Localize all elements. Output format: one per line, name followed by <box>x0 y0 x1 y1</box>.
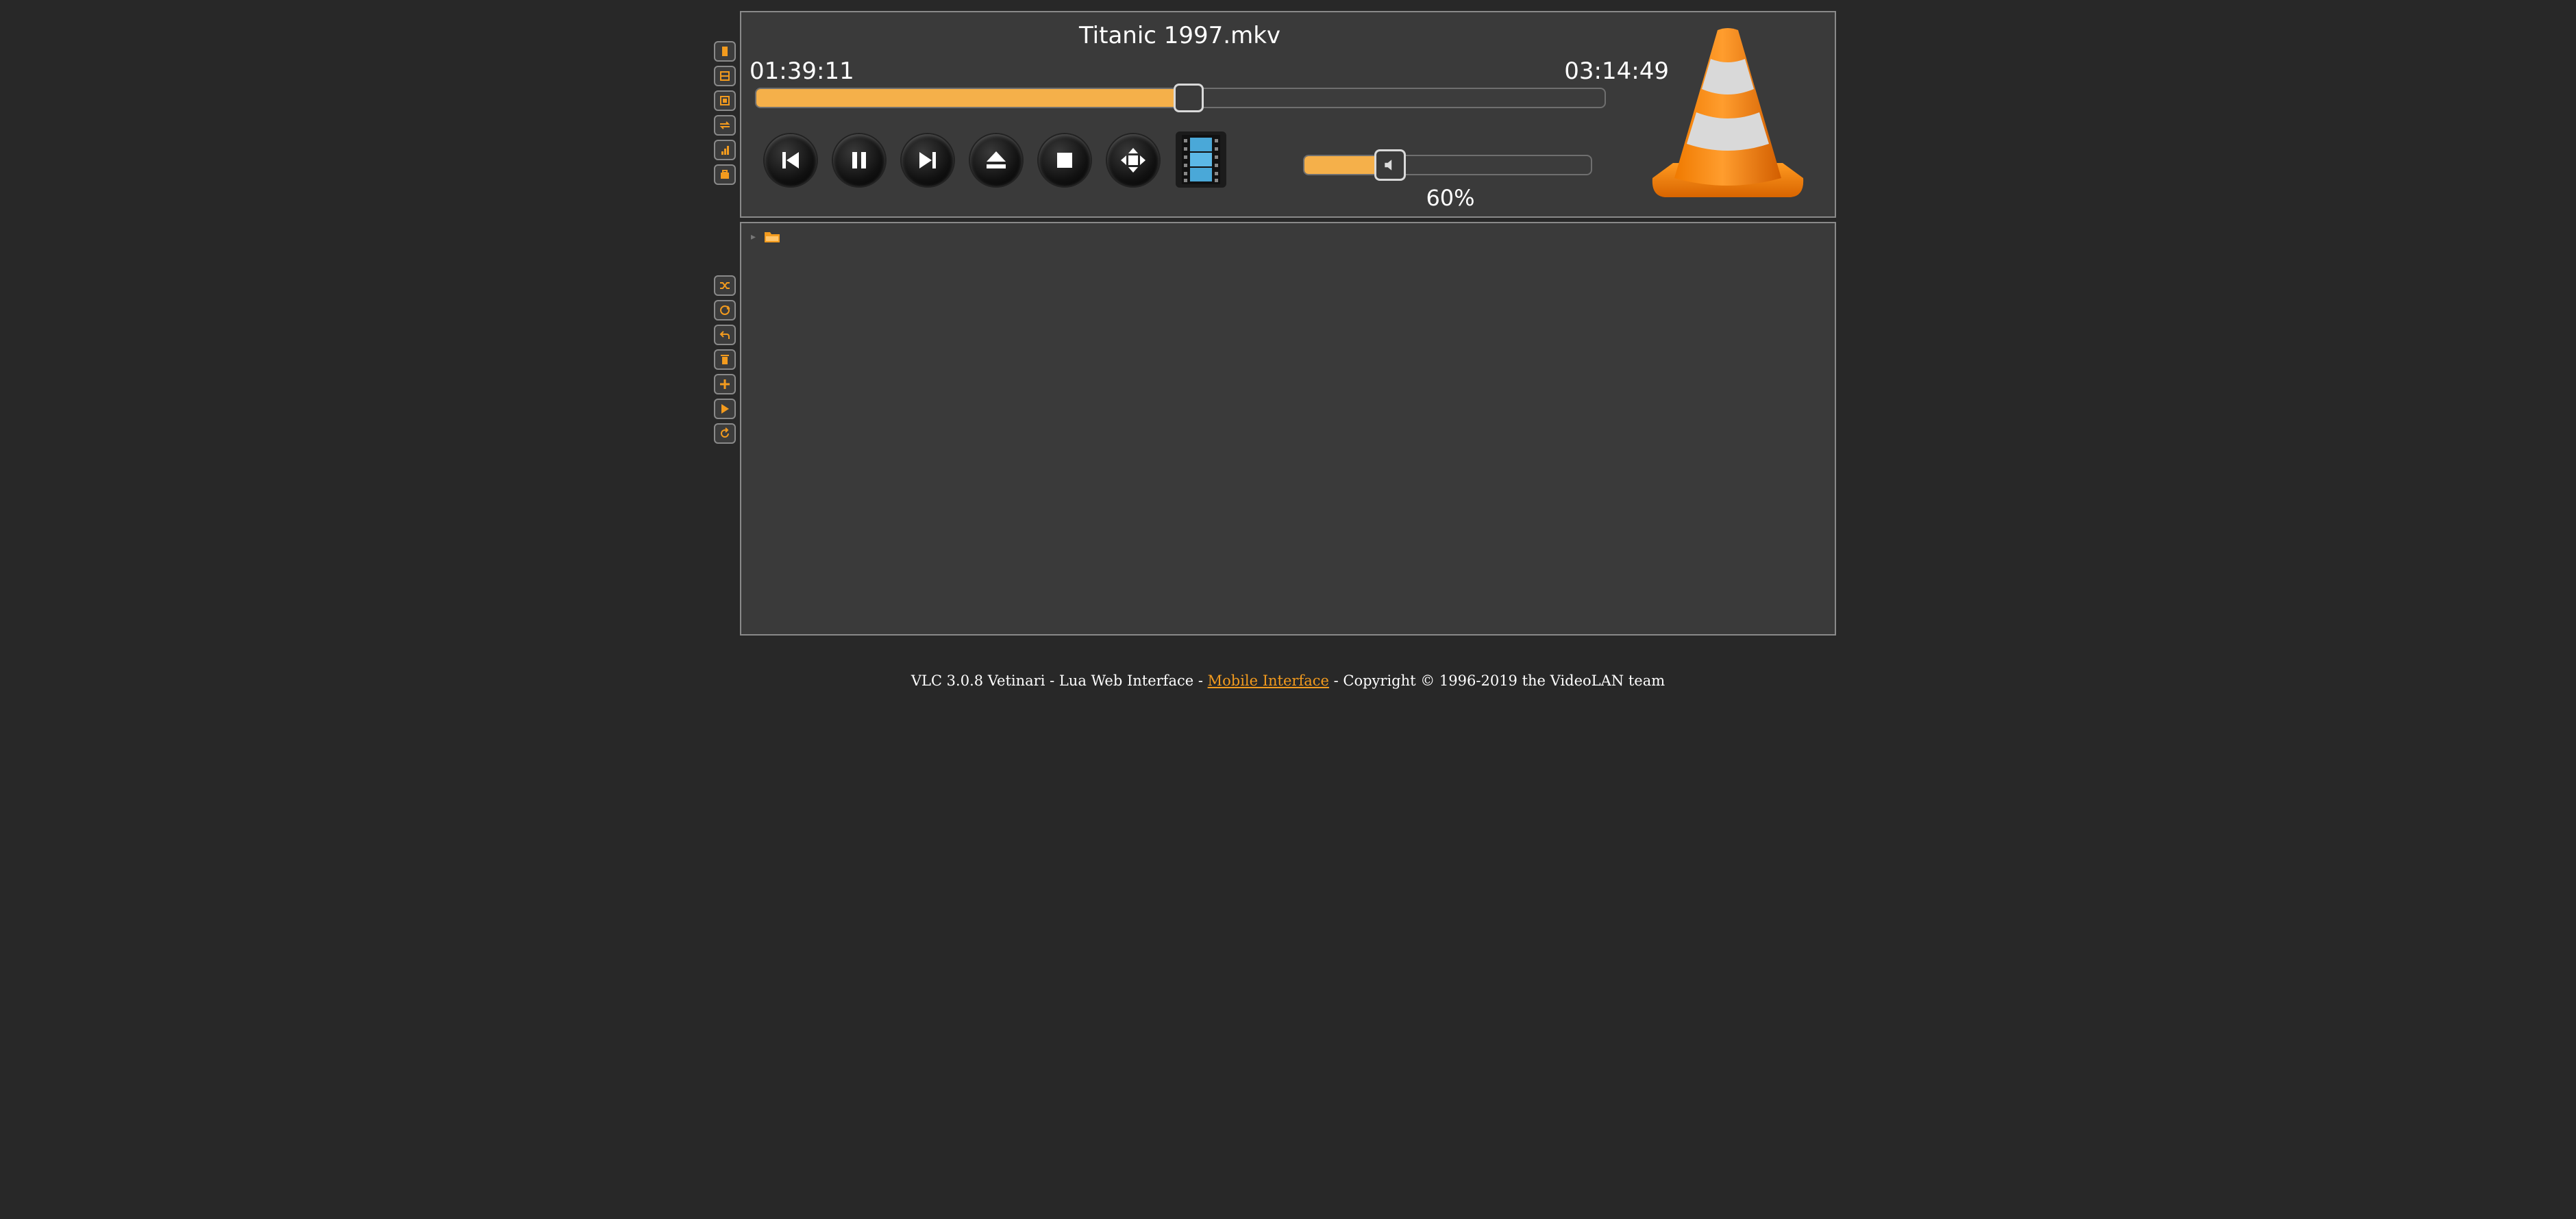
playlist-icon <box>720 71 730 81</box>
delete-icon <box>721 355 729 364</box>
batch-button[interactable] <box>714 164 736 185</box>
open-media-icon <box>722 47 728 56</box>
media-title: Titanic 1997.mkv <box>1078 22 1281 49</box>
seek-progress <box>756 89 1189 107</box>
stream-icon <box>719 121 730 129</box>
transport-controls <box>765 131 1226 188</box>
battery-icon <box>721 170 729 179</box>
expand-arrow-icon[interactable]: ▸ <box>751 231 756 242</box>
toggle-window-button[interactable] <box>714 90 736 111</box>
add-button[interactable] <box>714 374 736 394</box>
seek-handle[interactable] <box>1174 84 1204 112</box>
delete-button[interactable] <box>714 349 736 370</box>
seek-bar[interactable] <box>755 84 1606 112</box>
playlist-button[interactable] <box>714 66 736 86</box>
skip-back-icon <box>782 152 799 168</box>
main-toolbar <box>714 41 739 189</box>
folder-icon <box>765 232 780 242</box>
mobile-interface-link[interactable]: Mobile Interface <box>1208 673 1329 689</box>
stream-button[interactable] <box>714 115 736 136</box>
loop-button[interactable] <box>714 300 736 321</box>
loop-icon <box>720 305 730 315</box>
video-button[interactable] <box>1176 131 1226 188</box>
stop-icon <box>1057 153 1072 168</box>
vlc-logo <box>1652 28 1804 197</box>
playlist-toolbar <box>714 275 739 448</box>
footer: VLC 3.0.8 Vetinari - Lua Web Interface -… <box>0 673 2576 689</box>
skip-forward-icon <box>919 152 936 168</box>
footer-suffix: - Copyright © 1996-2019 the VideoLAN tea… <box>1328 673 1665 689</box>
pause-button[interactable] <box>833 134 885 186</box>
play-icon <box>721 404 729 414</box>
refresh-icon <box>721 427 729 438</box>
eject-icon <box>987 151 1006 168</box>
repeat-button[interactable] <box>714 325 736 345</box>
shuffle-icon <box>720 282 730 289</box>
shuffle-button[interactable] <box>714 275 736 296</box>
repeat-icon <box>719 331 730 339</box>
elapsed-time: 01:39:11 <box>750 58 854 85</box>
playlist-root[interactable]: ▸ <box>751 230 780 244</box>
refresh-button[interactable] <box>714 423 736 444</box>
next-button[interactable] <box>902 134 954 186</box>
film-icon <box>1182 135 1220 184</box>
previous-button[interactable] <box>765 134 817 186</box>
volume-handle[interactable] <box>1374 149 1407 181</box>
volume-slider[interactable] <box>1303 149 1592 181</box>
stop-button[interactable] <box>1039 134 1091 186</box>
toggle-window-icon <box>720 96 730 105</box>
open-media-button[interactable] <box>714 41 736 62</box>
equalizer-button[interactable] <box>714 140 736 160</box>
play-item-button[interactable] <box>714 399 736 419</box>
fullscreen-button[interactable] <box>1107 134 1159 186</box>
equalizer-icon <box>721 146 729 155</box>
volume-label: 60% <box>1426 185 1475 211</box>
add-icon <box>720 379 730 389</box>
speaker-icon <box>1385 160 1392 171</box>
fullscreen-icon <box>1121 148 1145 173</box>
pause-icon <box>852 152 866 168</box>
player-panel: Titanic 1997.mkv 01:39:11 03:14:49 60% <box>740 11 1836 218</box>
footer-prefix: VLC 3.0.8 Vetinari - Lua Web Interface - <box>911 673 1208 689</box>
eject-button[interactable] <box>970 134 1022 186</box>
playlist-panel: ▸ <box>740 222 1836 636</box>
